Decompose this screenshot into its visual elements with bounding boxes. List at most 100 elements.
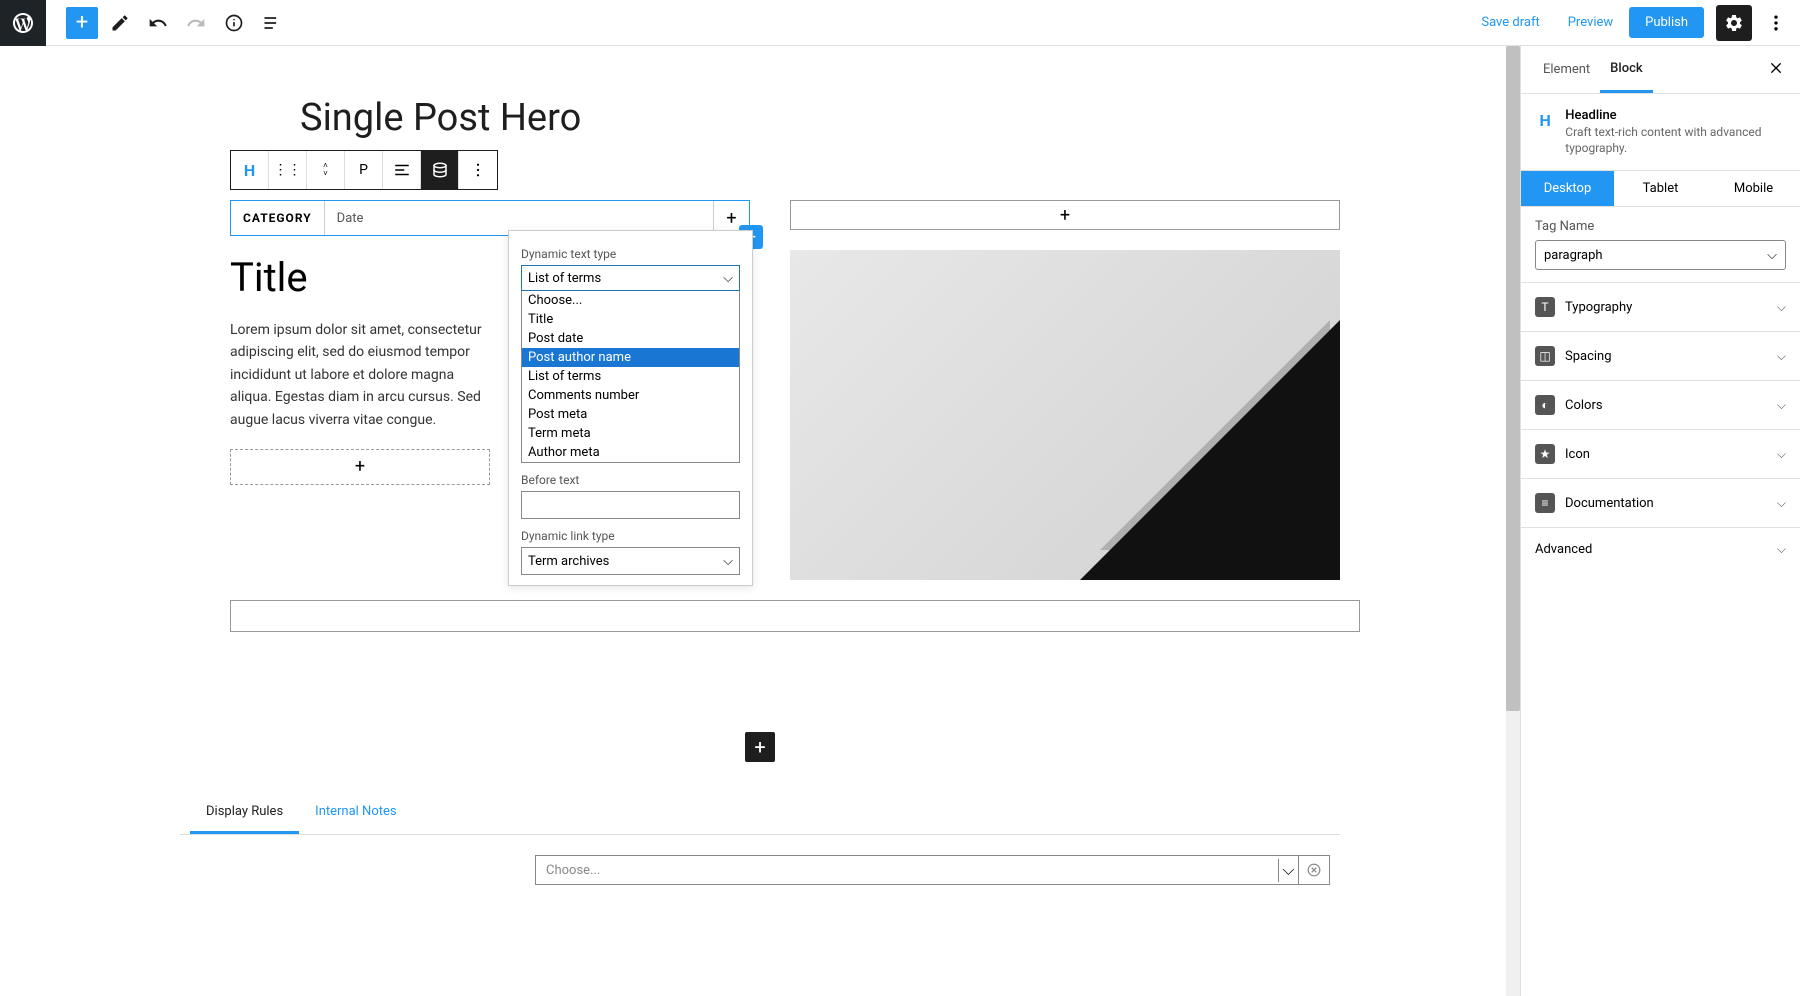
selected-link-type-value: Term archives xyxy=(528,554,609,569)
text-type-option[interactable]: List of terms xyxy=(522,367,739,386)
display-rule-select[interactable]: Choose... xyxy=(536,859,1279,882)
text-type-option[interactable]: Post meta xyxy=(522,405,739,424)
text-type-option[interactable]: Post date xyxy=(522,329,739,348)
redo-icon xyxy=(186,13,206,33)
tab-display-rules[interactable]: Display Rules xyxy=(190,792,299,834)
remove-rule-button[interactable] xyxy=(1299,863,1329,877)
bottom-panel: Display Rules Internal Notes Choose... ⌵ xyxy=(180,792,1340,885)
main-area: Single Post Hero H ⋮⋮ ˄˅ P CATEGORY D xyxy=(0,46,1800,996)
text-type-option[interactable]: Term meta xyxy=(522,424,739,443)
drag-icon: ⋮⋮ xyxy=(274,162,302,178)
info-button[interactable] xyxy=(218,7,250,39)
before-text-label: Before text xyxy=(521,473,740,487)
display-rule-row: Choose... ⌵ xyxy=(535,855,1330,885)
tab-block[interactable]: Block xyxy=(1600,46,1652,93)
scrollbar[interactable] xyxy=(1506,46,1520,996)
save-draft-button[interactable]: Save draft xyxy=(1469,9,1551,36)
align-button[interactable] xyxy=(383,151,421,189)
close-sidebar-button[interactable] xyxy=(1764,56,1788,84)
drag-handle-button[interactable]: ⋮⋮ xyxy=(269,151,307,189)
accordion-label: Colors xyxy=(1565,398,1603,413)
undo-icon xyxy=(148,13,168,33)
dynamic-data-button[interactable] xyxy=(421,151,459,189)
chevron-down-icon: ⌵ xyxy=(1777,542,1786,557)
paragraph-tag-button[interactable]: P xyxy=(345,151,383,189)
device-tablet-tab[interactable]: Tablet xyxy=(1614,171,1707,206)
documentation-icon: ≡ xyxy=(1535,493,1555,513)
accordion-advanced[interactable]: Advanced ⌵ xyxy=(1521,527,1800,571)
hero-right-column: + xyxy=(790,200,1340,580)
chevron-down-icon: ⌵ xyxy=(1777,398,1786,413)
featured-image[interactable] xyxy=(790,250,1340,580)
accordion-typography[interactable]: TTypography ⌵ xyxy=(1521,282,1800,331)
publish-button[interactable]: Publish xyxy=(1629,7,1704,38)
redo-button[interactable] xyxy=(180,7,212,39)
text-type-option[interactable]: Post author name xyxy=(522,348,739,367)
page-title[interactable]: Single Post Hero xyxy=(300,96,1340,140)
add-block-row[interactable]: + xyxy=(790,200,1340,230)
dynamic-text-popover: Dynamic text type List of terms ⌵ Choose… xyxy=(508,230,753,586)
text-type-option[interactable]: Title xyxy=(522,310,739,329)
accordion-label: Typography xyxy=(1565,300,1632,315)
accordion-colors[interactable]: ◐Colors ⌵ xyxy=(1521,380,1800,429)
text-type-option[interactable]: Author meta xyxy=(522,443,739,462)
accordion-spacing[interactable]: ◫Spacing ⌵ xyxy=(1521,331,1800,380)
accordion-documentation[interactable]: ≡Documentation ⌵ xyxy=(1521,478,1800,527)
add-container-button[interactable]: + xyxy=(745,732,775,762)
dynamic-text-options-list: Choose... Title Post date Post author na… xyxy=(521,291,740,463)
wordpress-logo[interactable] xyxy=(0,0,46,46)
toolbar-right: Save draft Preview Publish xyxy=(1469,5,1792,41)
editor-canvas[interactable]: Single Post Hero H ⋮⋮ ˄˅ P CATEGORY D xyxy=(0,46,1520,996)
date-label[interactable]: Date xyxy=(325,211,376,226)
full-width-placeholder[interactable] xyxy=(230,600,1360,632)
chevron-down-icon: ⌵ xyxy=(1777,447,1786,462)
icon-icon: ★ xyxy=(1535,444,1555,464)
settings-button[interactable] xyxy=(1716,5,1752,41)
block-toolbar: H ⋮⋮ ˄˅ P xyxy=(230,150,498,190)
scrollbar-thumb[interactable] xyxy=(1506,46,1520,711)
dynamic-link-type-select[interactable]: Term archives ⌵ xyxy=(521,547,740,575)
device-tabs: Desktop Tablet Mobile xyxy=(1521,170,1800,207)
device-desktop-tab[interactable]: Desktop xyxy=(1521,171,1614,206)
wordpress-icon xyxy=(11,11,35,35)
move-arrows-button[interactable]: ˄˅ xyxy=(307,151,345,189)
headline-block-icon: H xyxy=(1535,108,1555,132)
list-view-button[interactable] xyxy=(256,7,288,39)
device-mobile-tab[interactable]: Mobile xyxy=(1707,171,1800,206)
block-more-button[interactable] xyxy=(459,151,497,189)
chevron-down-icon: ⌵ xyxy=(723,271,733,286)
dynamic-text-type-label: Dynamic text type xyxy=(521,247,740,261)
sidebar-tabs: Element Block xyxy=(1521,46,1800,94)
more-options-button[interactable] xyxy=(1760,7,1792,39)
preview-button[interactable]: Preview xyxy=(1556,9,1625,36)
accordion-label: Icon xyxy=(1565,447,1590,462)
tag-name-select[interactable]: paragraph ⌵ xyxy=(1535,240,1786,270)
info-icon xyxy=(224,13,244,33)
text-type-option[interactable]: Choose... xyxy=(522,291,739,310)
lorem-paragraph[interactable]: Lorem ipsum dolor sit amet, consectetur … xyxy=(230,319,490,431)
chevron-down-icon[interactable]: ⌵ xyxy=(1279,856,1299,884)
headline-block-button[interactable]: H xyxy=(231,151,269,189)
tab-element[interactable]: Element xyxy=(1533,46,1600,93)
tag-name-value: paragraph xyxy=(1544,248,1603,263)
close-circle-icon xyxy=(1307,863,1321,877)
add-block-button[interactable]: + xyxy=(66,7,98,39)
dynamic-text-type-select[interactable]: List of terms ⌵ xyxy=(521,265,740,291)
text-type-option[interactable]: Comments number xyxy=(522,386,739,405)
toolbar-left: + xyxy=(0,0,288,46)
tab-internal-notes[interactable]: Internal Notes xyxy=(299,792,412,834)
category-label[interactable]: CATEGORY xyxy=(231,201,325,235)
tag-name-section: Tag Name paragraph ⌵ xyxy=(1521,207,1800,282)
chevron-down-icon: ⌵ xyxy=(1777,300,1786,315)
add-block-placeholder[interactable]: + xyxy=(230,449,490,485)
before-text-input[interactable] xyxy=(521,491,740,519)
block-info: H Headline Craft text-rich content with … xyxy=(1521,94,1800,170)
chevron-down-icon: ⌵ xyxy=(1777,349,1786,364)
undo-button[interactable] xyxy=(142,7,174,39)
edit-tool-button[interactable] xyxy=(104,7,136,39)
block-description: Craft text-rich content with advanced ty… xyxy=(1565,125,1786,156)
accordion-icon[interactable]: ★ Icon ⌵ xyxy=(1521,429,1800,478)
selected-text-type-value: List of terms xyxy=(528,271,601,286)
more-vertical-icon xyxy=(469,161,487,179)
accordion-label: Documentation xyxy=(1565,496,1654,511)
